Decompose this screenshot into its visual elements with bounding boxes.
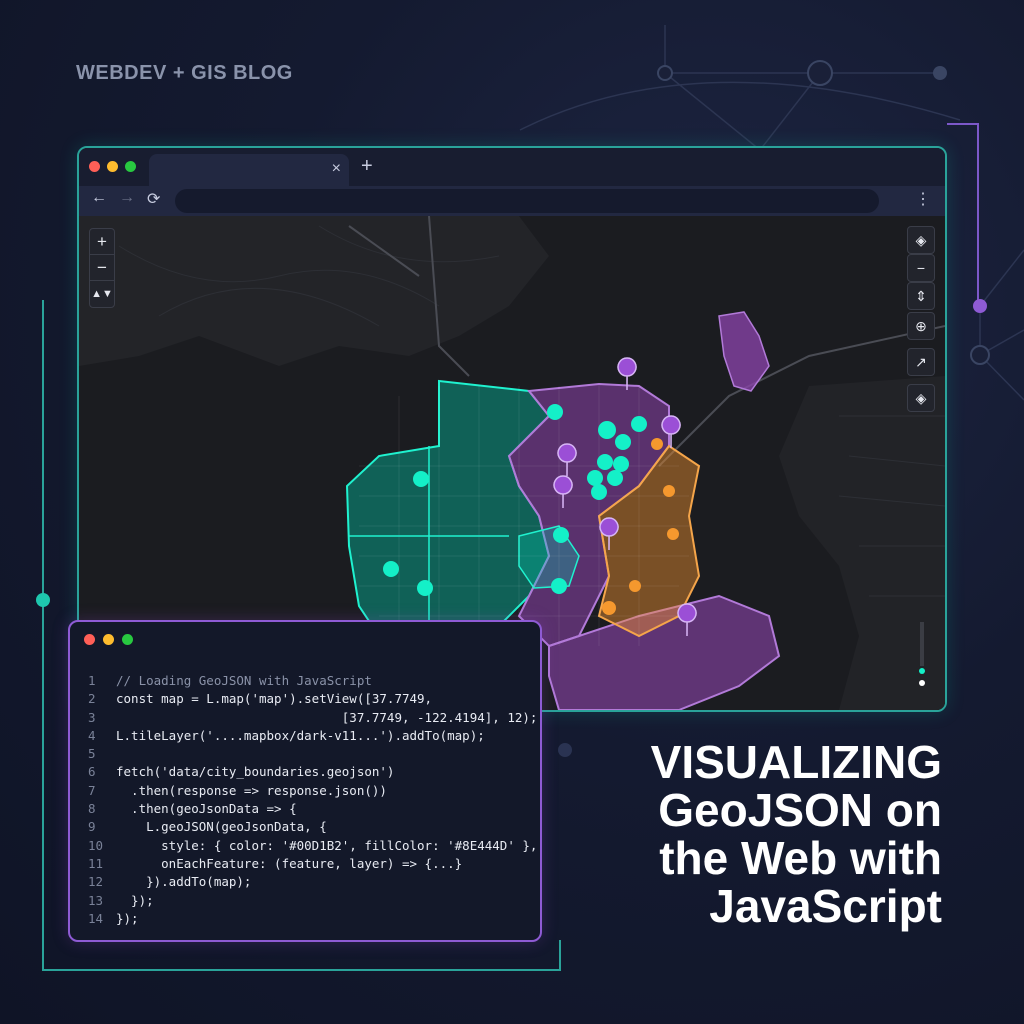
- code-text: .then(geoJsonData => {: [116, 801, 297, 817]
- maximize-window-button[interactable]: [125, 161, 136, 172]
- zoom-in-button[interactable]: +: [90, 229, 114, 255]
- close-window-button[interactable]: [89, 161, 100, 172]
- line-number: 12: [88, 874, 104, 890]
- layers-icon[interactable]: ◈: [907, 226, 935, 254]
- code-line: 10 style: { color: '#00D1B2', fillColor:…: [88, 837, 537, 855]
- code-text: // Loading GeoJSON with JavaScript: [116, 673, 372, 688]
- code-text: style: { color: '#00D1B2', fillColor: '#…: [116, 837, 538, 853]
- line-number: 14: [88, 910, 104, 926]
- forward-arrow-icon[interactable]: →: [119, 189, 135, 207]
- code-line: 11 onEachFeature: (feature, layer) => {.…: [88, 855, 537, 873]
- zoom-out-button[interactable]: −: [90, 255, 114, 281]
- code-text: }).addTo(map);: [116, 874, 252, 890]
- code-maximize-button[interactable]: [122, 634, 133, 645]
- line-number: 11: [88, 855, 104, 871]
- code-line: 9 L.geoJSON(geoJsonData, {: [88, 818, 537, 836]
- line-number: 1: [88, 673, 96, 688]
- code-window-controls: [84, 634, 133, 645]
- compass-icon[interactable]: ⇕: [907, 282, 935, 310]
- line-number: 8: [88, 801, 96, 817]
- line-number: 2: [88, 691, 96, 707]
- headline-line-2: GeoJSON on: [658, 784, 942, 836]
- code-text: const map = L.map('map').setView([37.774…: [116, 691, 433, 707]
- browser-menu-icon[interactable]: ⋮: [915, 189, 931, 209]
- navigation-bar: ← → ⟳ ⋮: [79, 186, 945, 216]
- code-text: fetch('data/city_boundaries.geojson'): [116, 764, 395, 780]
- back-arrow-icon[interactable]: ←: [91, 189, 107, 207]
- line-number: 7: [88, 782, 96, 798]
- line-number: 6: [88, 764, 96, 780]
- reload-icon[interactable]: ⟳: [147, 189, 160, 209]
- code-text: onEachFeature: (feature, layer) => {...}: [116, 855, 463, 871]
- code-text: L.tileLayer('....mapbox/dark-v11...').ad…: [116, 727, 485, 743]
- headline-line-3: the Web with: [659, 832, 942, 884]
- code-line: 2 const map = L.map('map').setView([37.77…: [88, 690, 537, 708]
- headline-line-4: JavaScript: [709, 880, 942, 932]
- zoom-control: + − ▲▼: [89, 228, 115, 308]
- code-line: 3 [37.7749, -122.4194], 12);: [88, 709, 537, 727]
- code-line: 13 });: [88, 892, 537, 910]
- code-text: });: [116, 910, 139, 926]
- blog-label: WEBDEV + GIS BLOG: [76, 62, 293, 84]
- headline: VISUALIZING GeoJSON on the Web with Java…: [651, 738, 942, 930]
- code-text: .then(response => response.json()): [116, 782, 387, 798]
- line-number: 5: [88, 746, 96, 762]
- line-number: 4: [88, 727, 96, 743]
- code-text: L.geoJSON(geoJsonData, {: [116, 819, 327, 835]
- code-block: 1 // Loading GeoJSON with JavaScript 2 cons…: [88, 672, 537, 928]
- browser-tab[interactable]: ×: [149, 154, 349, 186]
- code-line: 5: [88, 745, 537, 763]
- window-controls: [89, 161, 136, 172]
- code-line: 8 .then(geoJsonData => {: [88, 800, 537, 818]
- minimize-window-button[interactable]: [107, 161, 118, 172]
- headline-line-1: VISUALIZING: [650, 736, 942, 788]
- code-text: });: [116, 892, 154, 908]
- code-line: 14});: [88, 910, 537, 928]
- line-number: 3: [88, 709, 96, 725]
- minus-icon[interactable]: −: [907, 254, 935, 282]
- tab-close-icon[interactable]: ×: [332, 160, 341, 178]
- code-minimize-button[interactable]: [103, 634, 114, 645]
- line-number: 10: [88, 837, 104, 853]
- code-line: 7 .then(response => response.json()): [88, 782, 537, 800]
- code-line: 6 fetch('data/city_boundaries.geojson'): [88, 763, 537, 781]
- code-line: 12 }).addTo(map);: [88, 873, 537, 891]
- line-number: 13: [88, 892, 104, 908]
- arrow-icon[interactable]: ↗: [907, 348, 935, 376]
- code-line: 1 // Loading GeoJSON with JavaScript: [88, 672, 537, 690]
- code-line: 4 L.tileLayer('....mapbox/dark-v11...').a…: [88, 727, 537, 745]
- compass-button[interactable]: ▲▼: [90, 281, 114, 307]
- address-bar[interactable]: [175, 189, 879, 213]
- line-number: 9: [88, 819, 96, 835]
- code-text: [37.7749, -122.4194], 12);: [116, 709, 538, 725]
- layers-stack-icon[interactable]: ◈: [907, 384, 935, 412]
- tab-strip: × +: [79, 148, 945, 186]
- code-close-button[interactable]: [84, 634, 95, 645]
- code-editor-window: 1 // Loading GeoJSON with JavaScript 2 cons…: [68, 620, 542, 942]
- new-tab-button[interactable]: +: [361, 155, 373, 178]
- add-icon[interactable]: ⊕: [907, 312, 935, 340]
